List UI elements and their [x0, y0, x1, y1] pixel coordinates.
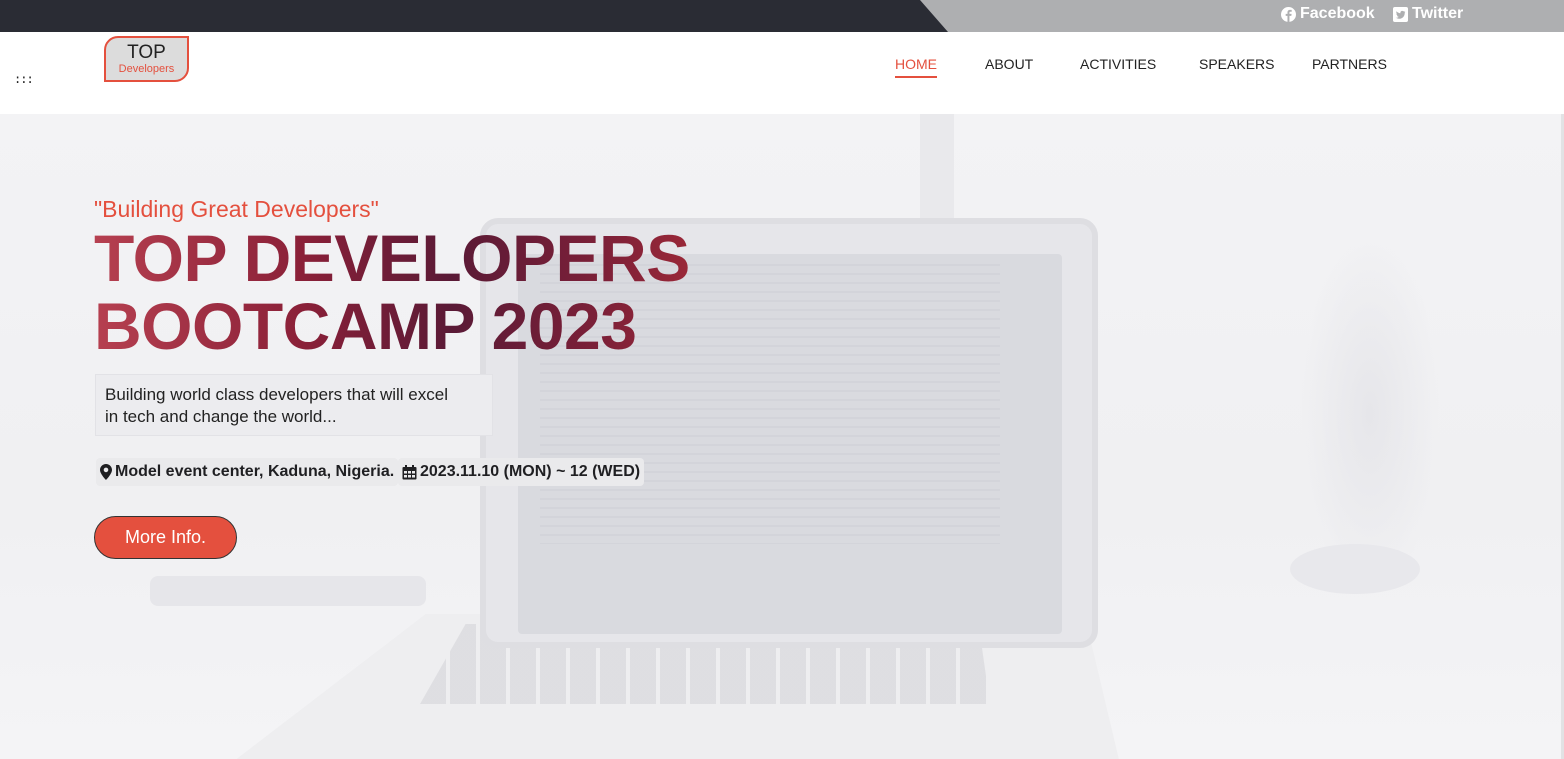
social-bar-panel — [920, 0, 1564, 32]
date-text: 2023.11.10 (MON) ~ 12 (WED) — [420, 463, 641, 480]
calendar-icon — [402, 464, 417, 480]
location-text: Model event center, Kaduna, Nigeria. — [115, 463, 395, 480]
description-line-2: in tech and change the world... — [105, 407, 337, 426]
nav-activities[interactable]: ACTIVITIES — [1080, 56, 1156, 72]
more-info-button[interactable]: More Info. — [94, 516, 237, 559]
headline-line-2: BOOTCAMP 2023 — [94, 289, 637, 363]
headline-line-1: TOP DEVELOPERS — [94, 221, 690, 295]
logo-sub-text: Developers — [118, 63, 175, 75]
hero-tagline: "Building Great Developers" — [94, 196, 379, 222]
hero-headline: TOP DEVELOPERS BOOTCAMP 2023 — [94, 224, 690, 360]
event-date: 2023.11.10 (MON) ~ 12 (WED) — [398, 458, 645, 486]
top-social-bar: Facebook Twitter — [0, 0, 1564, 32]
site-logo[interactable]: TOP Developers — [104, 36, 189, 82]
twitter-label: Twitter — [1412, 5, 1464, 22]
map-marker-icon — [100, 464, 112, 480]
nav-speakers[interactable]: SPEAKERS — [1199, 56, 1274, 72]
site-header: ::: TOP Developers HOME ABOUT ACTIVITIES… — [0, 32, 1564, 114]
facebook-link[interactable]: Facebook — [1281, 5, 1375, 23]
nav-partners[interactable]: PARTNERS — [1312, 56, 1387, 72]
facebook-icon — [1281, 6, 1296, 22]
event-location: Model event center, Kaduna, Nigeria. — [96, 458, 399, 486]
description-line-1: Building world class developers that wil… — [105, 385, 448, 404]
nav-home[interactable]: HOME — [895, 56, 937, 78]
hero-description: Building world class developers that wil… — [95, 374, 493, 436]
twitter-icon — [1393, 6, 1408, 22]
facebook-label: Facebook — [1300, 5, 1375, 22]
menu-toggle-icon[interactable]: ::: — [14, 72, 34, 86]
hero-section: "Building Great Developers" TOP DEVELOPE… — [0, 114, 1564, 759]
nav-about[interactable]: ABOUT — [985, 56, 1033, 72]
logo-main-text: TOP — [127, 42, 166, 63]
twitter-link[interactable]: Twitter — [1393, 5, 1463, 23]
